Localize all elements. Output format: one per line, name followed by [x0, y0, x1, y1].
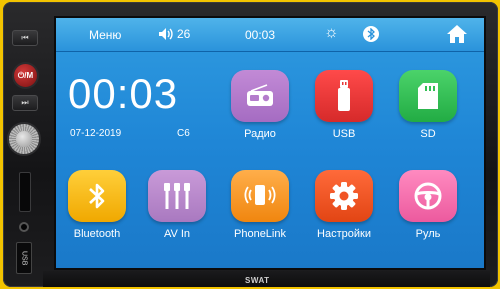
- menu-button[interactable]: Меню: [89, 28, 121, 42]
- tile-label: Настройки: [317, 228, 371, 240]
- tile-label: Радио: [244, 128, 276, 140]
- sd-card-icon: [399, 70, 457, 122]
- brightness-icon[interactable]: ☼: [324, 24, 339, 42]
- volume-knob[interactable]: [7, 122, 41, 156]
- prev-track-icon: ⏮: [21, 33, 29, 42]
- weekday-display: C6: [177, 128, 190, 139]
- tile-label: Руль: [415, 228, 441, 240]
- tile-label: SD: [420, 128, 436, 140]
- tile-sd[interactable]: SD: [395, 70, 461, 140]
- volume-indicator[interactable]: 26: [158, 27, 190, 41]
- tile-phonelink[interactable]: PhoneLink: [227, 170, 293, 240]
- tile-bluetooth[interactable]: Bluetooth: [64, 170, 130, 240]
- clock-display: 00:03: [68, 70, 179, 117]
- brand-logo: SWAT: [245, 276, 270, 285]
- tile-steering[interactable]: Руль: [395, 170, 461, 240]
- tile-label: Bluetooth: [73, 228, 121, 240]
- tile-label: USB: [332, 128, 356, 140]
- steering-wheel-icon: [399, 170, 457, 222]
- card-slot: [19, 172, 31, 212]
- side-control-panel: ⏮ ⏻/M ⏭ USB: [5, 10, 45, 280]
- av-in-icon: [148, 170, 206, 222]
- bluetooth-status-icon[interactable]: [363, 26, 379, 42]
- next-track-button[interactable]: ⏭: [12, 95, 38, 111]
- aux-jack: [19, 222, 29, 232]
- tile-label: AV In: [163, 228, 191, 240]
- usb-port: USB: [16, 242, 32, 274]
- usb-icon: [315, 70, 373, 122]
- speaker-icon: [159, 28, 173, 40]
- tile-usb[interactable]: USB: [311, 70, 377, 140]
- gear-icon: [315, 170, 373, 222]
- radio-icon: [231, 70, 289, 122]
- next-track-icon: ⏭: [21, 98, 29, 107]
- status-bar: Меню 26 00:03 ☼: [56, 18, 484, 52]
- main-screen: Меню 26 00:03 ☼ 00:03 07-12-2019 C6 Ради…: [54, 16, 486, 270]
- tile-radio[interactable]: Радио: [227, 70, 293, 140]
- volume-value: 26: [177, 27, 191, 41]
- prev-track-button[interactable]: ⏮: [12, 30, 38, 46]
- power-icon: ⏻/M: [17, 70, 34, 80]
- power-mode-button[interactable]: ⏻/M: [12, 62, 39, 89]
- bluetooth-icon: [68, 170, 126, 222]
- usb-port-label: USB: [20, 250, 28, 266]
- status-time: 00:03: [245, 28, 276, 42]
- date-display: 07-12-2019: [70, 128, 122, 139]
- tile-label: PhoneLink: [234, 228, 286, 240]
- home-button[interactable]: [446, 24, 468, 49]
- home-icon: [447, 25, 467, 43]
- tile-settings[interactable]: Настройки: [311, 170, 377, 240]
- phonelink-icon: [231, 170, 289, 222]
- tile-av-in[interactable]: AV In: [144, 170, 210, 240]
